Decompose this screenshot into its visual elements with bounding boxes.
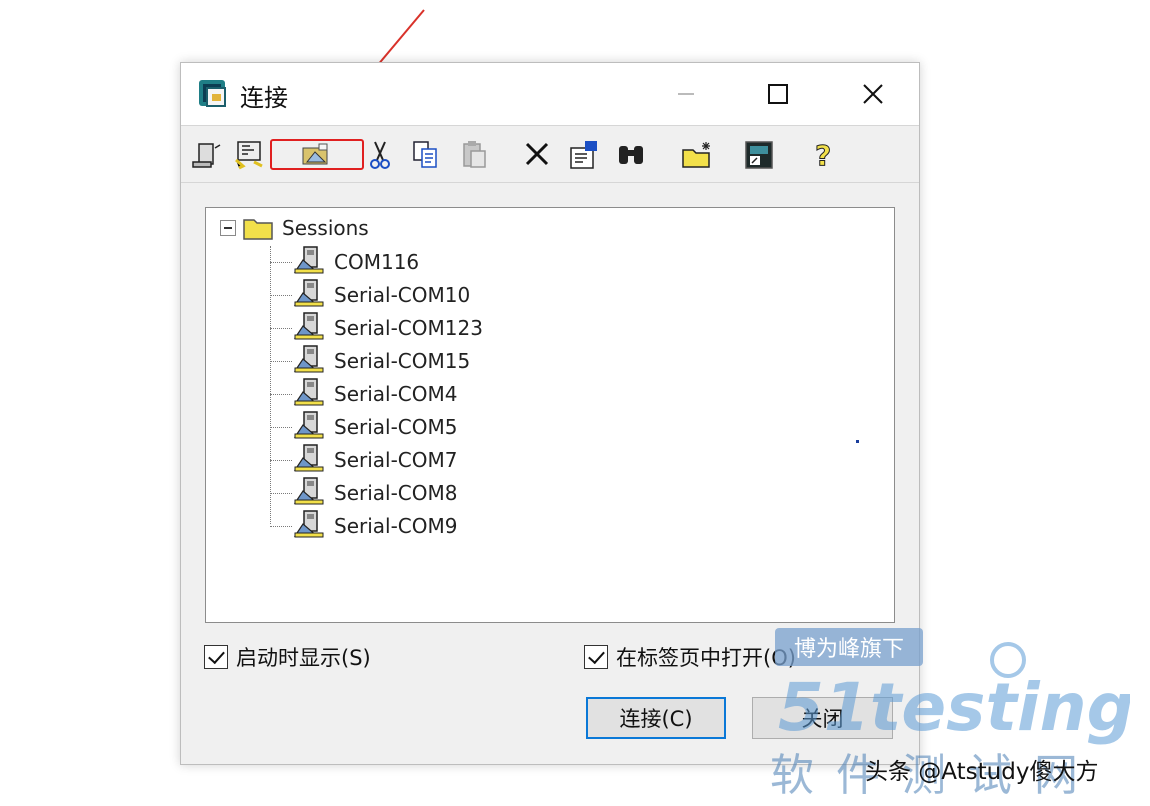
tree-branch-line — [270, 294, 292, 296]
session-item[interactable]: Serial-COM8 — [270, 477, 458, 509]
connect-button[interactable]: 连接(C) — [586, 697, 726, 739]
session-label: Serial-COM4 — [334, 382, 458, 406]
minimize-icon — [678, 93, 694, 95]
serial-session-icon — [293, 279, 324, 307]
stray-dot — [856, 440, 859, 443]
show-on-startup-option[interactable]: 启动时显示(S) — [204, 642, 371, 672]
title-bar: 连接 — [181, 63, 919, 125]
session-icon-wrap — [292, 278, 326, 312]
serial-session-icon — [293, 477, 324, 505]
collapse-toggle[interactable] — [220, 220, 236, 236]
session-item[interactable]: Serial-COM7 — [270, 444, 458, 476]
tree-branch-line — [270, 492, 292, 494]
session-item[interactable]: Serial-COM5 — [270, 411, 458, 443]
serial-session-icon — [293, 378, 324, 406]
session-icon-wrap — [292, 377, 326, 411]
delete-button[interactable] — [519, 136, 557, 174]
cut-button[interactable] — [361, 136, 399, 174]
serial-session-icon — [293, 444, 324, 472]
session-item[interactable]: Serial-COM4 — [270, 378, 458, 410]
session-icon-wrap — [292, 476, 326, 510]
tree-branch-line — [270, 426, 292, 428]
find-button[interactable] — [612, 136, 650, 174]
serial-session-icon — [293, 411, 324, 439]
create-shortcut-icon — [745, 141, 773, 169]
tree-branch-line — [270, 327, 292, 329]
close-icon — [863, 84, 883, 104]
session-label: Serial-COM9 — [334, 514, 458, 538]
tree-branch-line — [270, 261, 292, 263]
connect-in-tab-icon — [235, 141, 263, 170]
help-button[interactable]: ? — [804, 136, 842, 174]
session-label: COM116 — [334, 250, 420, 274]
session-tree[interactable]: Sessions COM116 Serial-COM10 Serial-COM123… — [205, 207, 895, 623]
session-item[interactable]: Serial-COM10 — [270, 279, 470, 311]
copy-button[interactable] — [407, 136, 445, 174]
binoculars-icon — [619, 146, 643, 164]
session-icon-wrap — [292, 344, 326, 378]
new-folder-button[interactable] — [678, 136, 716, 174]
session-icon-wrap — [292, 443, 326, 477]
quick-connect-icon — [192, 143, 221, 168]
logo-text: 51testing — [778, 669, 1130, 746]
connect-in-tab-button[interactable] — [230, 136, 268, 174]
maximize-icon — [768, 84, 788, 104]
properties-button[interactable] — [565, 136, 603, 174]
paste-button[interactable] — [456, 136, 494, 174]
session-icon-wrap — [292, 245, 326, 279]
copy-icon — [413, 141, 437, 168]
author-credit: 头条 @Atstudy傻大方 — [865, 759, 1099, 785]
serial-session-icon — [293, 510, 324, 538]
tree-root-sessions[interactable]: Sessions — [220, 213, 369, 243]
brand-badge: 博为峰旗下 — [775, 628, 923, 666]
show-on-startup-label: 启动时显示(S) — [236, 646, 371, 670]
folder-icon — [243, 219, 273, 240]
show-on-startup-checkbox[interactable] — [204, 645, 228, 669]
properties-icon — [570, 141, 597, 169]
open-in-tab-checkbox[interactable] — [584, 645, 608, 669]
tree-branch-line — [270, 459, 292, 461]
serial-session-icon — [293, 345, 324, 373]
toolbar: ? — [181, 125, 919, 183]
session-item[interactable]: COM116 — [270, 246, 419, 278]
open-in-tab-option[interactable]: 在标签页中打开(O) — [584, 642, 796, 672]
paste-icon — [463, 141, 486, 168]
securecrt-app-icon — [199, 80, 226, 107]
session-label: Serial-COM15 — [334, 349, 471, 373]
create-shortcut-button[interactable] — [740, 136, 778, 174]
window-title: 连接 — [240, 84, 288, 112]
minimize-button[interactable] — [663, 73, 709, 115]
session-label: Serial-COM7 — [334, 448, 458, 472]
tree-branch-line — [270, 525, 292, 527]
session-icon-wrap — [292, 410, 326, 444]
session-label: Serial-COM5 — [334, 415, 458, 439]
session-label: Serial-COM10 — [334, 283, 471, 307]
session-item[interactable]: Serial-COM9 — [270, 510, 458, 542]
session-label: Serial-COM123 — [334, 316, 483, 340]
session-label: Serial-COM8 — [334, 481, 458, 505]
tree-branch-line — [270, 393, 292, 395]
new-folder-icon — [682, 142, 710, 168]
help-icon: ? — [815, 139, 832, 173]
close-window-button[interactable] — [850, 73, 896, 115]
session-icon-wrap — [292, 311, 326, 345]
serial-session-icon — [293, 246, 324, 274]
session-icon-wrap — [292, 509, 326, 543]
cut-icon — [370, 141, 390, 169]
quick-connect-button[interactable] — [187, 136, 225, 174]
session-item[interactable]: Serial-COM15 — [270, 345, 470, 377]
maximize-button[interactable] — [755, 73, 801, 115]
tree-branch-line — [270, 360, 292, 362]
screenshot-stage: 连接 ? Sessions COM116 Serial-COM10 Serial… — [0, 0, 1150, 806]
delete-icon — [525, 142, 549, 166]
open-in-tab-label: 在标签页中打开(O) — [616, 646, 796, 670]
svg-text:?: ? — [815, 139, 831, 172]
new-session-highlight — [270, 139, 364, 170]
tree-root-label: Sessions — [282, 216, 369, 240]
serial-session-icon — [293, 312, 324, 340]
session-item[interactable]: Serial-COM123 — [270, 312, 483, 344]
